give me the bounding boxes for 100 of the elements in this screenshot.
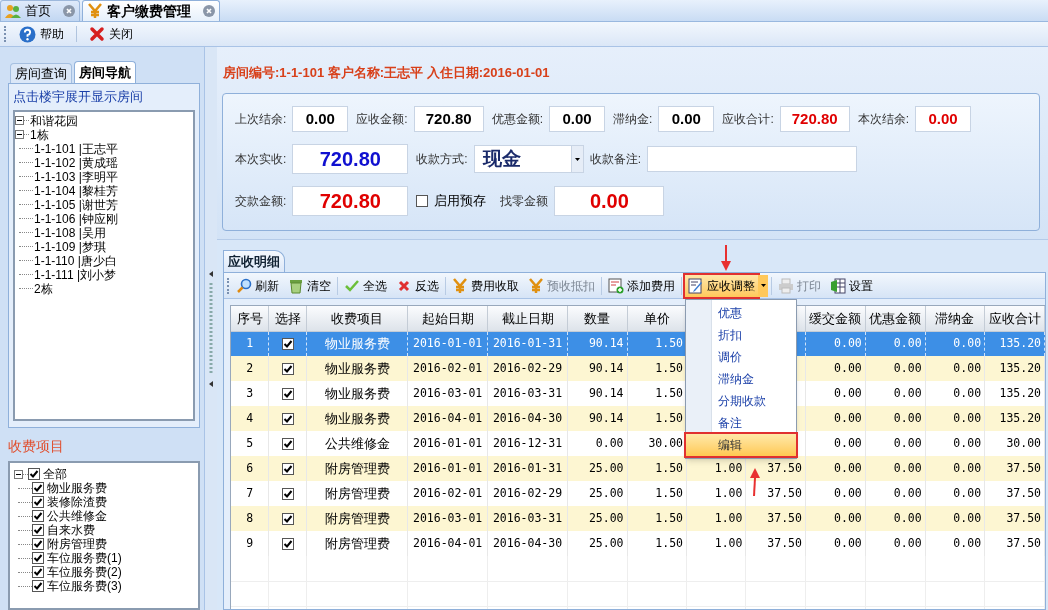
checkbox[interactable] xyxy=(281,537,294,550)
column-header[interactable]: 起始日期 xyxy=(407,306,488,331)
input-field[interactable]: 0.00 xyxy=(915,106,972,132)
tab[interactable]: 首页 xyxy=(0,0,80,21)
checkbox[interactable] xyxy=(28,468,40,480)
room-info-text: 房间编号:1-1-101 客户名称:王志平 入住日期:2016-01-01 xyxy=(222,64,551,83)
table-cell: 37.50 xyxy=(984,531,1045,556)
field-label: 本次实收: xyxy=(235,151,287,168)
column-header[interactable]: 选择 xyxy=(268,306,307,331)
checkbox[interactable] xyxy=(281,437,294,450)
field-label: 滞纳金: xyxy=(613,111,653,128)
input-field[interactable]: 720.80 xyxy=(413,106,484,132)
toolbar-button[interactable]: 全选 xyxy=(341,274,390,297)
tab[interactable]: 房间查询 xyxy=(10,63,72,83)
menu-item[interactable]: 分期收款 xyxy=(712,389,796,412)
column-header[interactable]: 优惠金额 xyxy=(865,306,926,331)
toolbar-button[interactable]: 清空 xyxy=(285,274,334,297)
table-cell: 2016-04-30 xyxy=(487,531,568,556)
yen-icon xyxy=(452,277,468,294)
splitter-handle-icon[interactable] xyxy=(207,268,215,389)
input-field[interactable] xyxy=(647,146,858,172)
toolbar-button[interactable]: 应收调整 xyxy=(685,274,758,297)
toolbar-button[interactable]: 费用收取 xyxy=(449,274,522,297)
checkbox[interactable] xyxy=(32,538,44,550)
input-field[interactable]: 0.00 xyxy=(549,106,606,132)
help-button[interactable]: 帮助 xyxy=(15,23,68,45)
menu-item[interactable]: 备注 xyxy=(712,411,796,434)
close-icon xyxy=(89,26,105,42)
checkbox[interactable] xyxy=(281,412,294,425)
edit-icon xyxy=(688,277,704,294)
input-field[interactable]: 720.80 xyxy=(292,144,409,174)
tree-item[interactable]: 和谐花园 xyxy=(30,111,78,130)
collapse-icon[interactable] xyxy=(15,130,24,139)
checkbox[interactable] xyxy=(32,496,44,508)
input-field[interactable]: 0.00 xyxy=(658,106,715,132)
field-label: 收款备注: xyxy=(589,151,642,168)
spreadsheet-icon xyxy=(830,277,846,294)
toolbar-button[interactable]: 添加费用 xyxy=(605,274,678,297)
tree-item[interactable]: 2栋 xyxy=(34,279,53,298)
checkbox[interactable] xyxy=(281,337,294,350)
menu-item[interactable]: 折扣 xyxy=(712,323,796,346)
menu-item[interactable]: 优惠 xyxy=(712,301,796,324)
checkbox[interactable] xyxy=(281,512,294,525)
table-cell: 2016-04-01 xyxy=(407,531,488,556)
checkbox[interactable] xyxy=(281,362,294,375)
caret-icon xyxy=(574,157,580,161)
users-icon xyxy=(5,3,21,19)
input-field[interactable]: 0.00 xyxy=(554,186,665,216)
input-field[interactable]: 0.00 xyxy=(292,106,349,132)
column-header[interactable]: 序号 xyxy=(231,306,269,331)
checkbox[interactable] xyxy=(281,487,294,500)
table-cell: 1.00 xyxy=(686,531,746,556)
column-header[interactable]: 应收合计 xyxy=(984,306,1045,331)
payment-method-dropdown[interactable]: 现金 xyxy=(473,145,584,173)
tab[interactable]: 应收明细 xyxy=(223,250,285,272)
field-label: 交款金额: xyxy=(235,193,287,210)
field-label: 收款方式: xyxy=(416,151,468,168)
column-header[interactable]: 截止日期 xyxy=(487,306,568,331)
table-cell: 25.00 xyxy=(567,531,627,556)
menu-item[interactable]: 编辑 xyxy=(686,433,796,456)
checkbox[interactable] xyxy=(281,462,294,475)
close-icon[interactable] xyxy=(203,5,215,17)
checkbox[interactable] xyxy=(32,566,44,578)
checkbox[interactable] xyxy=(32,510,44,522)
yen-icon xyxy=(87,3,103,19)
close-button[interactable]: 关闭 xyxy=(85,23,137,45)
column-header[interactable]: 单价 xyxy=(627,306,687,331)
checkbox[interactable] xyxy=(281,387,294,400)
input-field[interactable]: 720.80 xyxy=(779,106,850,132)
checkbox-label: 启用预存 xyxy=(434,192,487,211)
tab[interactable]: 房间导航 xyxy=(74,61,136,83)
field-label: 应收合计: xyxy=(722,111,774,128)
checkbox[interactable] xyxy=(32,580,44,592)
toolbar-button[interactable]: 反选 xyxy=(393,274,442,297)
field-label: 上次结余: xyxy=(235,111,287,128)
search-icon xyxy=(236,277,252,294)
input-field[interactable]: 720.80 xyxy=(292,186,409,216)
column-header[interactable]: 缓交金额 xyxy=(805,306,866,331)
column-header[interactable]: 数量 xyxy=(567,306,627,331)
checkbox[interactable] xyxy=(32,524,44,536)
column-header[interactable]: 收费项目 xyxy=(306,306,408,331)
annotation-arrow xyxy=(721,244,731,271)
field-label: 优惠金额: xyxy=(491,111,544,128)
checkbox[interactable] xyxy=(32,552,44,564)
tab[interactable]: 客户缴费管理 xyxy=(82,0,220,21)
dropdown-button[interactable] xyxy=(758,274,768,297)
checkbox[interactable] xyxy=(32,482,44,494)
menu-item[interactable]: 滞纳金 xyxy=(712,367,796,390)
hint-text: 点击楼宇展开显示房间 xyxy=(13,88,144,106)
toolbar-button[interactable]: 设置 xyxy=(827,274,876,297)
column-header[interactable]: 滞纳金 xyxy=(925,306,985,331)
add-sheet-icon xyxy=(608,277,624,294)
collapse-icon[interactable] xyxy=(14,469,23,479)
close-icon[interactable] xyxy=(63,5,75,17)
toolbar-button[interactable]: 刷新 xyxy=(233,274,282,297)
annotation-arrow xyxy=(750,467,760,496)
checkbox[interactable] xyxy=(416,195,429,207)
menu-item[interactable]: 调价 xyxy=(712,345,796,368)
collapse-icon[interactable] xyxy=(15,116,24,125)
table-cell: 0.00 xyxy=(865,531,926,556)
